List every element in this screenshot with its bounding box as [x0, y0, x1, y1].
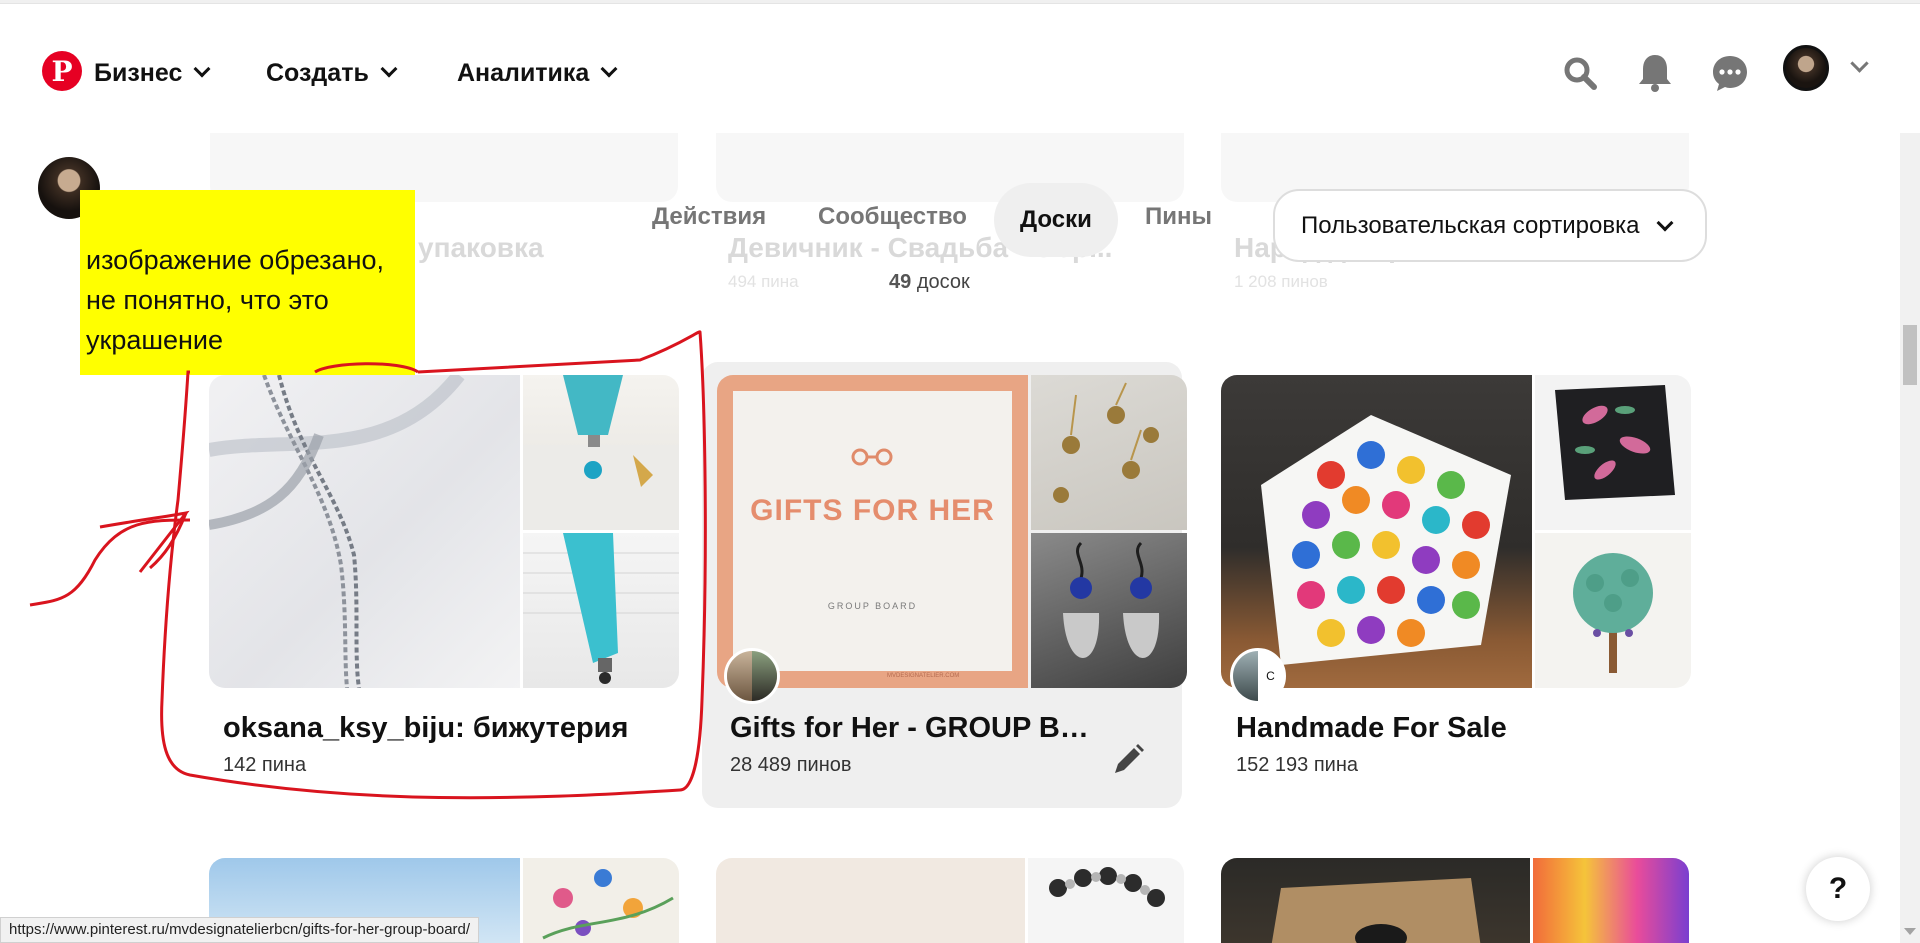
board-cover — [209, 375, 679, 688]
help-button[interactable]: ? — [1806, 857, 1870, 921]
cover-image-tree — [1535, 533, 1691, 688]
board-title: Gifts for Her - GROUP BOARD — [730, 712, 1100, 744]
board-pin-count: 142 пина — [223, 754, 307, 776]
board-card[interactable]: C Handmade For Sale 152 193 пина — [1208, 362, 1691, 808]
ghost-board-title: упаковка — [418, 232, 544, 263]
chevron-down-icon — [600, 60, 618, 78]
cover-image-bookmark — [523, 533, 679, 688]
collaborator-photo — [752, 651, 777, 701]
bell-icon[interactable] — [1631, 49, 1679, 97]
collaborator-photo — [727, 651, 752, 701]
nav-analytics-label: Аналитика — [457, 58, 590, 87]
board-card[interactable]: oksana_ksy_biju: бижутерия 142 пина — [195, 362, 679, 808]
board-cover-partial[interactable] — [1221, 858, 1689, 943]
avatar[interactable] — [1783, 45, 1829, 91]
chevron-down-icon — [380, 60, 398, 78]
scroll-down-arrow-icon[interactable] — [1904, 928, 1916, 935]
cover-text: GIFTS FOR HER — [750, 494, 995, 527]
board-cover — [1221, 375, 1691, 688]
cover-thumbs — [1031, 375, 1187, 688]
nav-business-label: Бизнес — [94, 58, 183, 87]
page: упаковка Девичник - Свадьба - Обр... 494… — [0, 0, 1920, 943]
cover-image-gifts: GIFTS FOR HER GROUP BOARD MVDESIGNATELIE… — [717, 375, 1028, 688]
sort-label: Пользовательская сортировка — [1301, 211, 1640, 239]
tab-community[interactable]: Сообщество — [818, 203, 967, 237]
board-cover: GIFTS FOR HER GROUP BOARD MVDESIGNATELIE… — [717, 375, 1187, 688]
board-cover-partial[interactable] — [716, 858, 1184, 943]
scrollbar-track[interactable] — [1900, 5, 1920, 943]
ghost-board-sub: 494 пина — [728, 272, 799, 291]
collaborator-avatar[interactable]: C — [1230, 648, 1286, 704]
ghost-board-cover — [716, 128, 1184, 202]
cover-image-necklace — [209, 375, 520, 688]
tab-activity[interactable]: Действия — [652, 203, 766, 237]
boards-count: 49 досок — [889, 271, 970, 294]
board-pin-count: 152 193 пина — [1236, 754, 1359, 776]
chat-icon[interactable] — [1706, 49, 1754, 97]
cover-image-tulips — [1533, 858, 1689, 943]
pinterest-logo[interactable]: P — [42, 51, 82, 91]
cover-thumbs — [1535, 375, 1691, 688]
scrollbar-thumb[interactable] — [1903, 325, 1917, 385]
collaborator-avatar[interactable] — [724, 648, 780, 704]
chevron-down-icon[interactable] — [1850, 54, 1869, 73]
board-card[interactable]: GIFTS FOR HER GROUP BOARD MVDESIGNATELIE… — [702, 362, 1187, 808]
nav-create[interactable]: Создать — [266, 55, 398, 91]
board-pin-count: 28 489 пинов — [730, 754, 852, 776]
cover-footer: MVDESIGNATELIER.COM — [887, 673, 960, 679]
chevron-down-icon — [193, 60, 211, 78]
cover-image-scarf — [1535, 375, 1691, 530]
collaborator-photo — [1233, 651, 1258, 701]
cover-image-blanket — [1221, 375, 1532, 688]
ghost-board-sub: 1 208 пинов — [1234, 272, 1328, 291]
cover-image-earrings-gold — [1031, 375, 1187, 530]
chevron-down-icon — [1656, 214, 1674, 232]
pencil-icon[interactable] — [1110, 742, 1146, 778]
search-icon[interactable] — [1556, 49, 1604, 97]
nav-business[interactable]: Бизнес — [94, 55, 211, 91]
boards-count-number: 49 — [889, 271, 912, 293]
nav-create-label: Создать — [266, 58, 369, 87]
tab-pins[interactable]: Пины — [1145, 203, 1212, 237]
cover-image-bracelet — [1028, 858, 1184, 943]
boards-count-label: досок — [916, 271, 970, 293]
cover-subtext: GROUP BOARD — [827, 601, 918, 611]
annotation-note: изображение обрезано, не понятно, что эт… — [80, 190, 415, 375]
tab-boards[interactable]: Доски — [994, 183, 1118, 257]
board-title: Handmade For Sale — [1236, 712, 1507, 744]
status-url-bar: https://www.pinterest.ru/mvdesignatelier… — [0, 917, 480, 943]
cover-image-blank — [716, 858, 1025, 943]
top-header: P Бизнес Создать Аналитика — [0, 5, 1920, 133]
cover-image-embroidery — [523, 858, 679, 943]
sort-dropdown[interactable]: Пользовательская сортировка — [1273, 189, 1707, 262]
cover-image-bags — [1221, 858, 1530, 943]
cover-image-bookmark — [523, 375, 679, 530]
cover-thumbs — [523, 375, 679, 688]
board-title: oksana_ksy_biju: бижутерия — [223, 712, 629, 744]
cover-image-earrings-blue — [1031, 533, 1187, 688]
browser-top-line — [0, 0, 1920, 4]
collaborator-letter: C — [1258, 651, 1283, 701]
nav-analytics[interactable]: Аналитика — [457, 55, 618, 91]
